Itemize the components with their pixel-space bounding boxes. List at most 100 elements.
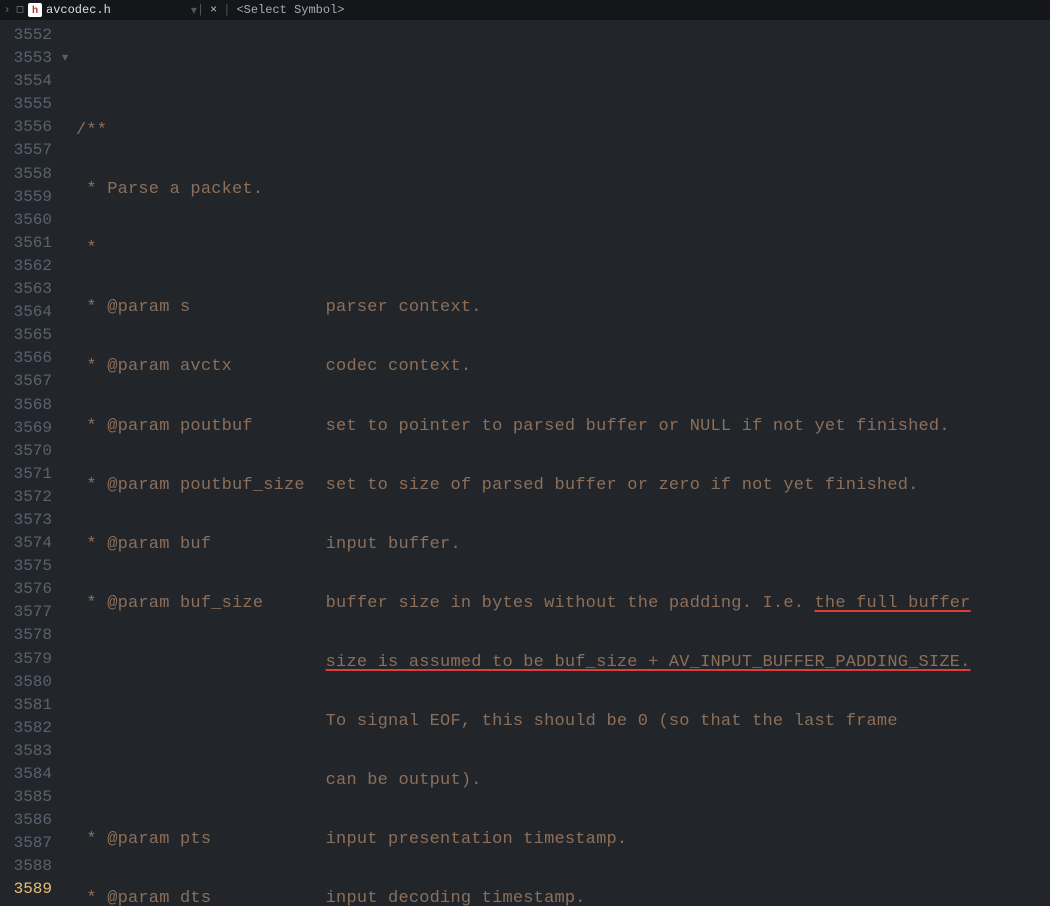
fold-spacer [62, 347, 76, 370]
fold-spacer [62, 578, 76, 601]
fold-spacer [62, 139, 76, 162]
fold-spacer [62, 186, 76, 209]
fold-spacer [62, 601, 76, 624]
tab-prev-icon[interactable]: › [0, 3, 14, 17]
fold-spacer [62, 648, 76, 671]
line-number: 3560 [0, 209, 62, 232]
line-number: 3589 [0, 878, 62, 901]
code-line: /** [76, 119, 1050, 142]
code-line [76, 60, 1050, 83]
fold-spacer [62, 440, 76, 463]
fold-spacer [62, 209, 76, 232]
code-line: can be output). [76, 769, 1050, 792]
line-number: 3571 [0, 463, 62, 486]
line-number: 3572 [0, 486, 62, 509]
tab-separator: | [197, 3, 204, 17]
fold-spacer [62, 278, 76, 301]
code-line: * [76, 237, 1050, 260]
tab-separator: | [223, 3, 230, 17]
code-line: * @param buf_size buffer size in bytes w… [76, 592, 1050, 615]
code-line: * @param buf input buffer. [76, 533, 1050, 556]
line-number: 3567 [0, 370, 62, 393]
line-number: 3584 [0, 763, 62, 786]
fold-spacer [62, 370, 76, 393]
line-number: 3564 [0, 301, 62, 324]
code-editor[interactable]: 3552355335543555355635573558355935603561… [0, 20, 1050, 906]
line-number: 3557 [0, 139, 62, 162]
line-number: 3556 [0, 116, 62, 139]
fold-spacer [62, 70, 76, 93]
code-line: * @param avctx codec context. [76, 355, 1050, 378]
tab-close-button[interactable]: × [204, 3, 223, 17]
fold-spacer [62, 232, 76, 255]
line-number: 3587 [0, 832, 62, 855]
code-line: * @param s parser context. [76, 296, 1050, 319]
fold-spacer [62, 486, 76, 509]
tab-filename[interactable]: avcodec.h [46, 3, 191, 17]
line-number: 3553 [0, 47, 62, 70]
fold-spacer [62, 394, 76, 417]
line-number: 3573 [0, 509, 62, 532]
line-number: 3580 [0, 671, 62, 694]
code-line: * @param poutbuf_size set to size of par… [76, 474, 1050, 497]
fold-spacer [62, 417, 76, 440]
line-number: 3585 [0, 786, 62, 809]
line-number: 3569 [0, 417, 62, 440]
fold-spacer [62, 163, 76, 186]
tab-pin-icon[interactable]: ◻ [14, 4, 26, 16]
fold-spacer [62, 255, 76, 278]
symbol-selector[interactable]: <Select Symbol> [230, 3, 344, 17]
fold-spacer [62, 532, 76, 555]
editor-tabbar: › ◻ h avcodec.h ▾ | × | <Select Symbol> [0, 0, 1050, 20]
fold-spacer [62, 809, 76, 832]
annotation-underline: the full buffer [815, 594, 971, 613]
fold-spacer [62, 555, 76, 578]
fold-spacer [62, 463, 76, 486]
code-line: * @param dts input decoding timestamp. [76, 887, 1050, 906]
fold-spacer [62, 878, 76, 901]
line-number: 3568 [0, 394, 62, 417]
line-number: 3554 [0, 70, 62, 93]
line-number: 3576 [0, 578, 62, 601]
fold-spacer [62, 694, 76, 717]
line-number: 3552 [0, 24, 62, 47]
line-number: 3566 [0, 347, 62, 370]
fold-spacer [62, 786, 76, 809]
fold-spacer [62, 509, 76, 532]
line-number: 3555 [0, 93, 62, 116]
fold-spacer [62, 93, 76, 116]
fold-spacer [62, 717, 76, 740]
line-number: 3565 [0, 324, 62, 347]
line-number: 3558 [0, 163, 62, 186]
line-number: 3582 [0, 717, 62, 740]
fold-spacer [62, 832, 76, 855]
line-number: 3575 [0, 555, 62, 578]
line-number: 3561 [0, 232, 62, 255]
line-number: 3577 [0, 601, 62, 624]
code-area[interactable]: /** * Parse a packet. * * @param s parse… [76, 20, 1050, 906]
line-number: 3586 [0, 809, 62, 832]
fold-spacer [62, 740, 76, 763]
fold-spacer [62, 324, 76, 347]
line-number: 3581 [0, 694, 62, 717]
line-number: 3578 [0, 624, 62, 647]
line-number: 3559 [0, 186, 62, 209]
line-number: 3563 [0, 278, 62, 301]
line-number: 3588 [0, 855, 62, 878]
code-line: * @param pts input presentation timestam… [76, 828, 1050, 851]
fold-spacer [62, 763, 76, 786]
fold-spacer [62, 24, 76, 47]
fold-toggle-icon[interactable]: ▾ [62, 47, 76, 70]
code-line: * @param poutbuf set to pointer to parse… [76, 415, 1050, 438]
file-type-icon: h [28, 3, 42, 17]
fold-spacer [62, 624, 76, 647]
line-number: 3562 [0, 255, 62, 278]
line-number: 3579 [0, 648, 62, 671]
line-number: 3583 [0, 740, 62, 763]
line-number: 3570 [0, 440, 62, 463]
fold-spacer [62, 116, 76, 139]
fold-spacer [62, 855, 76, 878]
fold-spacer [62, 301, 76, 324]
fold-gutter: ▾ [62, 20, 76, 906]
code-line: size is assumed to be buf_size + AV_INPU… [76, 651, 1050, 674]
